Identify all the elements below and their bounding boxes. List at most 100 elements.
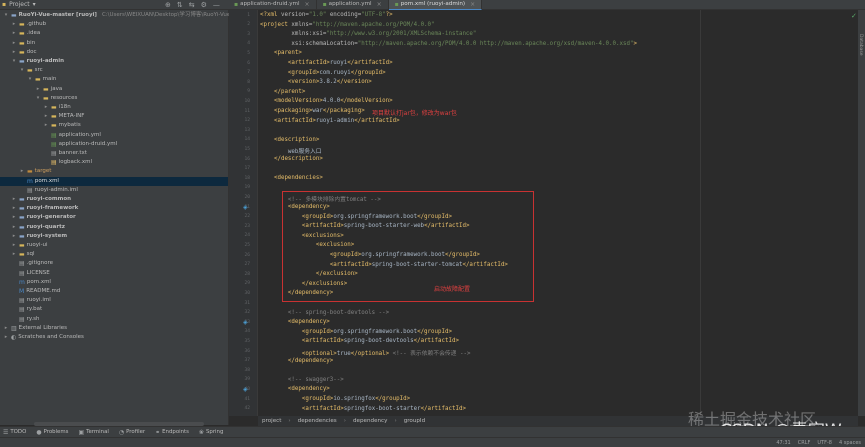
code-line[interactable]: <groupId>com.ruoyi</groupId> — [260, 70, 386, 76]
code-line[interactable]: <dependency> — [260, 386, 330, 392]
chevron-right-icon[interactable]: ▸ — [43, 112, 49, 121]
breadcrumb-item[interactable]: dependencies — [298, 418, 337, 424]
code-line[interactable]: </dependency> — [260, 290, 333, 296]
editor-tab[interactable]: ▪ pom.xml (ruoyi-admin) × — [388, 0, 483, 10]
chevron-right-icon[interactable]: ▸ — [11, 29, 17, 38]
tool-window-button[interactable]: ☰ TODO — [3, 429, 26, 436]
tree-item[interactable]: ▤ ruoyi-admin.iml — [19, 186, 78, 195]
tree-item[interactable]: M README.md — [11, 287, 60, 296]
run-gutter-icon[interactable]: ◈ — [243, 204, 248, 211]
close-icon[interactable]: × — [305, 0, 310, 9]
tree-item[interactable]: ▾ ▬ RuoYi-Vue-master [ruoyi] C:\Users\WEIXU… — [3, 11, 233, 20]
tree-item[interactable]: ▸ ▬ META-INF — [43, 112, 85, 121]
code-line[interactable]: web服务入口 — [260, 146, 322, 155]
code-editor[interactable]: 项目默认打jar包，修改为war包 启动故障配置 <?xml version="… — [258, 10, 858, 416]
code-line[interactable]: <!-- swagger3--> — [260, 377, 344, 383]
chevron-right-icon[interactable]: ▸ — [43, 121, 49, 130]
tool-window-button[interactable]: ▣ Terminal — [78, 429, 108, 436]
database-tool-label[interactable]: Database — [858, 34, 863, 55]
code-line[interactable]: <optional>true</optional> <!-- 表示依赖不会传递 … — [260, 348, 471, 357]
editor-tab[interactable]: ▪ application-druid.yml × — [228, 0, 317, 9]
code-line[interactable]: <!-- spring-boot-devtools --> — [260, 310, 389, 316]
chevron-down-icon[interactable]: ▾ — [35, 94, 41, 103]
caret-position[interactable]: 47:31 — [776, 440, 790, 446]
tree-item[interactable]: ▤ application-druid.yml — [43, 140, 117, 149]
close-icon[interactable]: × — [470, 0, 475, 9]
file-encoding[interactable]: UTF-8 — [817, 440, 832, 446]
tree-item[interactable]: m pom.xml — [19, 177, 59, 186]
tree-item[interactable]: ▸ ▬ sql — [11, 250, 35, 259]
code-line[interactable]: <artifactId>springfox-boot-starter</arti… — [260, 406, 466, 412]
tree-item[interactable]: ▾ ▬ ruoyi-admin — [11, 57, 64, 66]
tool-window-button[interactable]: ● Problems — [36, 429, 68, 436]
code-line[interactable]: <artifactId>ruoyi</artifactId> — [260, 60, 393, 66]
code-line[interactable]: <groupId>org.springframework.boot</group… — [260, 214, 452, 220]
tree-item[interactable]: ▤ banner.txt — [43, 149, 87, 158]
code-line[interactable]: <artifactId>spring-boot-starter-tomcat</… — [260, 262, 508, 268]
chevron-down-icon[interactable]: ▾ — [27, 75, 33, 84]
chevron-right-icon[interactable]: ▸ — [11, 232, 17, 241]
chevron-down-icon[interactable]: ▾ — [3, 11, 9, 20]
chevron-right-icon[interactable]: ▸ — [3, 324, 9, 333]
chevron-right-icon[interactable]: ▸ — [19, 167, 25, 176]
close-icon[interactable]: × — [377, 0, 382, 9]
tree-item[interactable]: ▸ ▬ ruoyi-common — [11, 195, 71, 204]
chevron-right-icon[interactable]: ▸ — [11, 223, 17, 232]
code-line[interactable]: <version>3.8.2</version> — [260, 79, 372, 85]
code-line[interactable]: </exclusions> — [260, 281, 347, 287]
toolbar-icon[interactable]: — — [213, 1, 220, 9]
chevron-right-icon[interactable]: ▸ — [11, 250, 17, 259]
tree-item[interactable]: ▾ ▬ resources — [35, 94, 78, 103]
code-line[interactable]: <modelVersion>4.0.0</modelVersion> — [260, 98, 393, 104]
tree-item[interactable]: ▾ ▬ src — [19, 66, 43, 75]
code-line[interactable]: </parent> — [260, 89, 305, 95]
code-line[interactable]: <groupId>org.springframework.boot</group… — [260, 252, 480, 258]
code-line[interactable]: </dependency> — [260, 358, 333, 364]
tree-item[interactable]: ▸ ▬ target — [19, 167, 52, 176]
code-line[interactable]: xsi:schemaLocation="http://maven.apache.… — [260, 41, 637, 47]
tree-item[interactable]: ▤ ry.sh — [11, 315, 40, 324]
tree-item[interactable]: ▤ logback.xml — [43, 158, 92, 167]
tree-item[interactable]: ▸ ▬ doc — [11, 48, 37, 57]
tree-item[interactable]: ▸ ▬ java — [35, 85, 62, 94]
code-line[interactable]: <exclusions> — [260, 233, 344, 239]
run-gutter-icon[interactable]: ◈ — [243, 319, 248, 326]
tree-item[interactable]: ▾ ▬ main — [27, 75, 57, 84]
tree-item[interactable]: ▤ ry.bat — [11, 305, 42, 314]
code-line[interactable]: <artifactId>spring-boot-starter-web</art… — [260, 223, 470, 229]
tree-item[interactable]: ▤ .gitignore — [11, 259, 53, 268]
chevron-right-icon[interactable]: ▸ — [3, 333, 9, 342]
code-line[interactable]: </exclusion> — [260, 271, 358, 277]
chevron-right-icon[interactable]: ▸ — [11, 20, 17, 29]
tree-item[interactable]: ▸ ▬ .idea — [11, 29, 40, 38]
tool-window-button[interactable]: ❀ Spring — [199, 429, 223, 436]
chevron-right-icon[interactable]: ▸ — [11, 241, 17, 250]
tree-item[interactable]: ▸ ▥ External Libraries — [3, 324, 67, 333]
tree-item[interactable]: ▸ ▬ ruoyi-quartz — [11, 223, 65, 232]
toolbar-icon[interactable]: ⊕ — [165, 1, 171, 9]
toolbar-icon[interactable]: ⚙ — [201, 1, 207, 9]
breadcrumb-item[interactable]: groupId — [404, 418, 425, 424]
tree-item[interactable]: ▸ ▬ ruoyi-framework — [11, 204, 79, 213]
code-line[interactable]: <?xml version="1.0" encoding="UTF-8"?> — [260, 12, 393, 18]
tree-item[interactable]: ▸ ▬ ruoyi-ui — [11, 241, 48, 250]
code-line[interactable]: <packaging>war</packaging> — [260, 108, 365, 114]
chevron-right-icon[interactable]: ▸ — [11, 39, 17, 48]
code-line[interactable]: <parent> — [260, 50, 302, 56]
chevron-right-icon[interactable]: ▸ — [11, 204, 17, 213]
chevron-right-icon[interactable]: ▸ — [35, 85, 41, 94]
code-line[interactable]: <groupId>io.springfox</groupId> — [260, 396, 410, 402]
tree-item[interactable]: ▸ ◐ Scratches and Consoles — [3, 333, 84, 342]
project-dropdown[interactable]: ▪ Project ▾ — [2, 0, 36, 9]
code-line[interactable]: <dependency> — [260, 319, 330, 325]
chevron-right-icon[interactable]: ▸ — [11, 213, 17, 222]
breadcrumb-item[interactable]: project — [262, 418, 281, 424]
tree-item[interactable]: ▤ LICENSE — [11, 269, 50, 278]
run-gutter-icon[interactable]: ◈ — [243, 386, 248, 393]
tool-window-button[interactable]: ⚭ Endpoints — [155, 429, 189, 436]
tree-item[interactable]: ▸ ▬ mybatis — [43, 121, 81, 130]
code-line[interactable]: <dependency> — [260, 204, 330, 210]
code-line[interactable]: <description> — [260, 137, 319, 143]
code-line[interactable]: <!-- 多模块排除内置tomcat --> — [260, 194, 381, 203]
code-line[interactable]: <artifactId>ruoyi-admin</artifactId> — [260, 118, 400, 124]
